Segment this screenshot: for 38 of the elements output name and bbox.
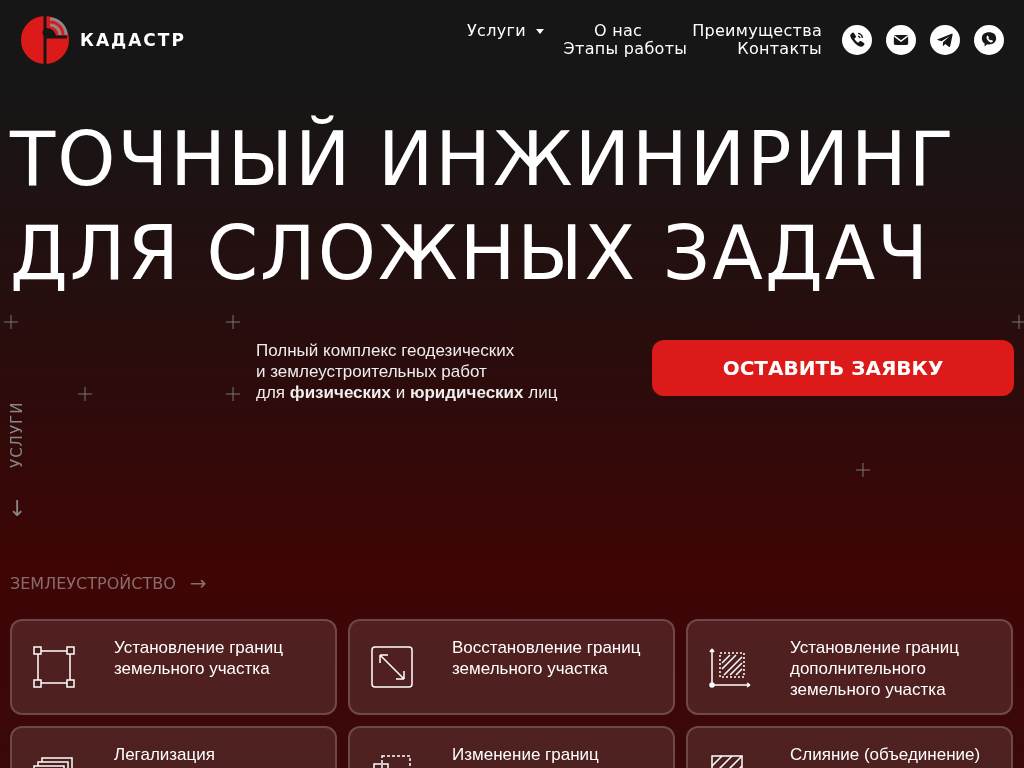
telegram-button[interactable] xyxy=(930,25,960,55)
section-label[interactable]: ЗЕМЛЕУСТРОЙСТВО xyxy=(10,573,176,593)
nav-link[interactable]: Услуги xyxy=(467,22,544,40)
mail-button[interactable] xyxy=(886,25,916,55)
plus-icon xyxy=(856,463,870,477)
plus-icon xyxy=(1012,315,1024,329)
nav-link[interactable]: Преимущества xyxy=(692,22,822,40)
logo-icon[interactable] xyxy=(20,15,70,65)
phone-button[interactable] xyxy=(842,25,872,55)
section-arrow[interactable]: → xyxy=(189,571,207,595)
hero-title: ТОЧНЫЙ ИНЖИНИРИНГ xyxy=(10,114,957,204)
service-card[interactable]: Установление границ дополнительного земельного участка xyxy=(686,619,1013,715)
cta-button[interactable]: ОСТАВИТЬ ЗАЯВКУ xyxy=(652,340,1014,396)
service-card[interactable]: Слияние (объединение) xyxy=(686,726,1013,768)
logo-text: КАДАСТР xyxy=(80,30,186,50)
nav-link[interactable]: О нас xyxy=(593,22,643,40)
service-title: Слияние (объединение) xyxy=(790,744,981,765)
service-card[interactable]: Легализация xyxy=(10,726,337,768)
service-title: Установление границ земельного участка xyxy=(114,637,284,679)
service-title: Изменение границ xyxy=(452,744,599,765)
expand-arrows-icon xyxy=(370,645,414,689)
square-corners-icon xyxy=(32,645,76,689)
service-title: Легализация xyxy=(114,744,215,765)
plus-icon xyxy=(4,315,18,329)
service-card[interactable]: Изменение границ xyxy=(348,726,675,768)
plus-icon xyxy=(226,315,240,329)
plus-icon xyxy=(226,387,240,401)
service-card[interactable]: Установление границ земельного участка xyxy=(10,619,337,715)
service-card[interactable]: Восстановление границ земельного участка xyxy=(348,619,675,715)
service-title: Восстановление границ земельного участка xyxy=(452,637,642,679)
viber-button[interactable] xyxy=(974,25,1004,55)
nav-link[interactable]: Контакты xyxy=(737,40,822,58)
hero-subtitle: Полный комплекс геодезических и землеустроительных работ для физических и юридических лиц xyxy=(256,340,559,403)
side-arrow: ↓ xyxy=(8,496,27,521)
nav-link[interactable]: Этапы работы xyxy=(563,40,688,58)
hero-title: ДЛЯ СЛОЖНЫХ ЗАДАЧ xyxy=(10,209,932,298)
service-title: Установление границ дополнительного земельного участка xyxy=(790,637,960,700)
plus-icon xyxy=(78,387,92,401)
